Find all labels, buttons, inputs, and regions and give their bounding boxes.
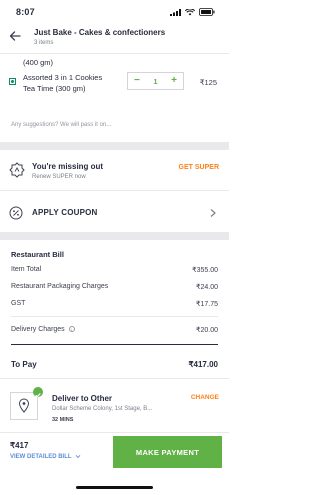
status-time: 8:07 bbox=[16, 7, 35, 17]
battery-icon bbox=[199, 8, 215, 16]
delivery-address-panel: Deliver to Other CHANGE Dollar Scheme Co… bbox=[0, 378, 229, 432]
bill-line-label: Delivery Charges i bbox=[11, 326, 75, 334]
super-badge-icon bbox=[9, 162, 25, 178]
bill-line-label: Item Total bbox=[11, 266, 42, 273]
decrement-button[interactable]: − bbox=[134, 76, 140, 86]
bill-line-value: ₹17.75 bbox=[196, 301, 218, 308]
make-payment-button[interactable]: MAKE PAYMENT bbox=[113, 436, 222, 468]
item-price: ₹125 bbox=[199, 78, 217, 87]
row-divider bbox=[0, 190, 229, 191]
deliver-to-title: Deliver to Other bbox=[52, 394, 113, 403]
super-banner: You're missing out Renew SUPER now GET S… bbox=[0, 155, 229, 189]
status-bar: 8:07 bbox=[0, 0, 229, 24]
payment-footer: ₹417 VIEW DETAILED BILL MAKE PAYMENT bbox=[0, 432, 229, 470]
bill-line-value: ₹20.00 bbox=[196, 327, 218, 334]
info-icon[interactable]: i bbox=[68, 326, 75, 333]
chevron-down-icon bbox=[75, 454, 81, 459]
cart-item: Assorted 3 in 1 Cookies Tea Time (300 gm… bbox=[0, 72, 229, 96]
increment-button[interactable]: + bbox=[171, 76, 177, 86]
chevron-right-icon bbox=[210, 209, 216, 217]
bill-title: Restaurant Bill bbox=[11, 250, 64, 259]
change-address-button[interactable]: CHANGE bbox=[191, 394, 219, 401]
to-pay-label: To Pay bbox=[11, 360, 37, 369]
super-subtitle: Renew SUPER now bbox=[32, 174, 86, 180]
to-pay-row: To Pay ₹417.00 bbox=[11, 360, 218, 369]
coupon-icon bbox=[9, 206, 23, 220]
item-weight: (400 gm) bbox=[23, 58, 54, 67]
wifi-icon bbox=[185, 8, 195, 15]
address-line: Dollar Scheme Colony, 1st Stage, B... bbox=[52, 406, 153, 412]
back-arrow-icon[interactable] bbox=[8, 29, 22, 43]
bill-line-value: ₹24.00 bbox=[196, 284, 218, 291]
super-title: You're missing out bbox=[32, 162, 104, 171]
item-name-line2: Tea Time (300 gm) bbox=[23, 84, 86, 93]
bill-line-packaging: Restaurant Packaging Charges ₹24.00 bbox=[11, 283, 218, 291]
status-icons bbox=[170, 8, 215, 16]
delivery-label: Delivery Charges bbox=[11, 326, 65, 333]
bill-line-delivery: Delivery Charges i ₹20.00 bbox=[11, 326, 218, 334]
apply-coupon-label: APPLY COUPON bbox=[32, 208, 98, 217]
section-divider bbox=[0, 232, 229, 240]
signal-icon bbox=[170, 8, 181, 16]
bill-line-label: Restaurant Packaging Charges bbox=[11, 283, 109, 290]
delivery-eta: 32 MINS bbox=[52, 417, 74, 423]
get-super-button[interactable]: GET SUPER bbox=[179, 164, 219, 171]
view-detailed-bill-link[interactable]: VIEW DETAILED BILL bbox=[10, 454, 81, 460]
bill-line-value: ₹355.00 bbox=[192, 267, 218, 274]
item-count: 3 items bbox=[34, 40, 54, 46]
apply-coupon-row[interactable]: APPLY COUPON bbox=[0, 197, 229, 229]
view-bill-label: VIEW DETAILED BILL bbox=[10, 454, 72, 461]
home-indicator bbox=[76, 486, 153, 489]
cart-header: Just Bake - Cakes & confectioners 3 item… bbox=[0, 24, 229, 54]
suggestions-input[interactable]: Any suggestions? We will pass it on... bbox=[11, 122, 111, 128]
total-divider bbox=[11, 344, 218, 345]
cart-item-previous: (400 gm) bbox=[0, 57, 229, 69]
veg-indicator-icon bbox=[9, 78, 16, 85]
restaurant-name: Just Bake - Cakes & confectioners bbox=[34, 28, 166, 37]
item-name-line1: Assorted 3 in 1 Cookies bbox=[23, 73, 103, 82]
bill-divider bbox=[11, 316, 218, 317]
quantity-value: 1 bbox=[153, 76, 158, 86]
bill-line-item-total: Item Total ₹355.00 bbox=[11, 266, 218, 274]
section-divider bbox=[0, 142, 229, 150]
quantity-stepper: − 1 + bbox=[127, 72, 184, 90]
selected-check-icon bbox=[33, 387, 43, 398]
bill-line-label: GST bbox=[11, 300, 26, 307]
bill-line-gst: GST ₹17.75 bbox=[11, 300, 218, 308]
to-pay-value: ₹417.00 bbox=[188, 360, 218, 369]
footer-total: ₹417 bbox=[10, 441, 29, 450]
